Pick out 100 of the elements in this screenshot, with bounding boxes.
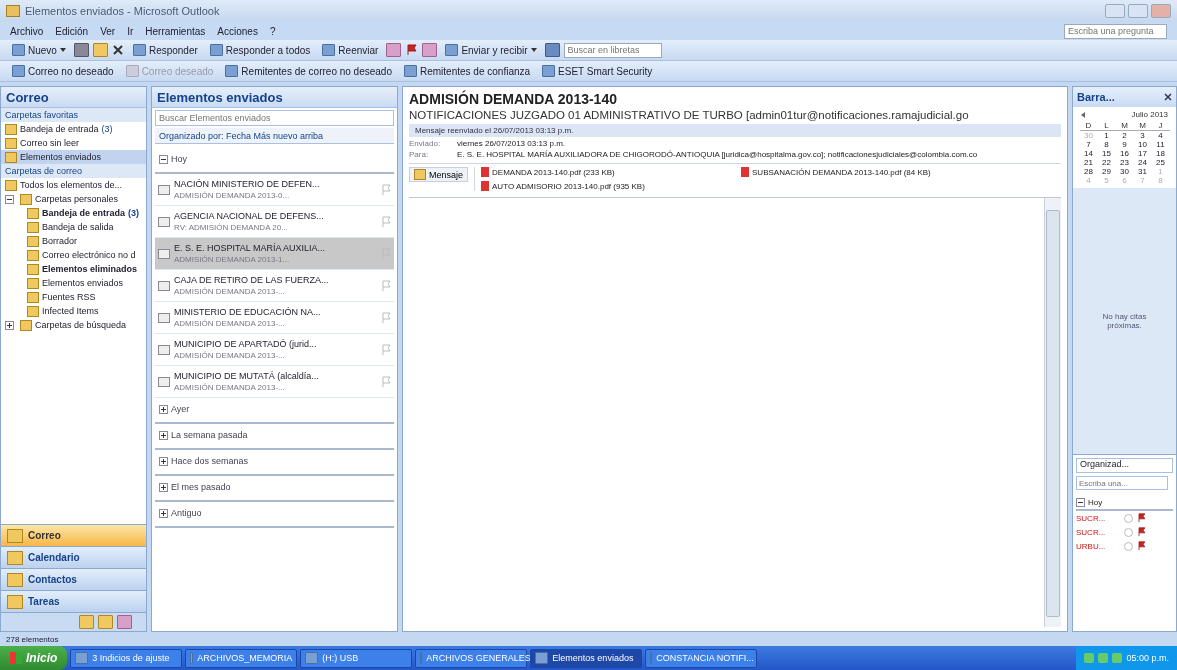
folder-tree-item[interactable]: Elementos eliminados (1, 262, 146, 276)
folder-tree-item[interactable]: Bandeja de salida (1, 220, 146, 234)
calendar-day[interactable]: 28 (1079, 167, 1098, 176)
attachment[interactable]: DEMANDA 2013-140.pdf (233 KB) (481, 167, 742, 177)
calendar-day[interactable]: 3 (1133, 131, 1152, 140)
calendar-day[interactable]: 29 (1097, 167, 1116, 176)
calendar-day[interactable]: 15 (1097, 149, 1116, 158)
calendar-day[interactable]: 18 (1151, 149, 1170, 158)
expander-icon[interactable] (159, 404, 168, 414)
attachment[interactable]: SUBSANACIÓN DEMANDA 2013-140.pdf (84 KB) (741, 167, 1002, 177)
calendar-day[interactable]: 24 (1133, 158, 1152, 167)
calendar-day[interactable]: 30 (1115, 167, 1134, 176)
delete-icon[interactable] (111, 44, 125, 56)
toolbar-button[interactable]: Correo no deseado (8, 64, 118, 78)
navigation-button[interactable]: Calendario (1, 546, 146, 568)
favorite-folder[interactable]: Bandeja de entrada (3) (1, 122, 146, 136)
calendar-day[interactable]: 23 (1115, 158, 1134, 167)
caret-icon[interactable] (59, 48, 66, 52)
taskbar-button[interactable]: 3 Indicios de ajuste (70, 648, 183, 668)
calendar-day[interactable]: 10 (1133, 140, 1152, 149)
toolbar-button[interactable]: Nuevo (8, 43, 70, 57)
taskbar-button[interactable]: ARCHIVOS_MEMORIA (185, 648, 298, 668)
help-search-field[interactable]: Escriba una pregunta (1064, 23, 1167, 39)
toolbar-button[interactable]: Remitentes de confianza (400, 64, 535, 78)
scrollbar[interactable] (1044, 198, 1061, 627)
message-tab[interactable]: Mensaje (409, 167, 469, 182)
calendar-day[interactable]: 17 (1133, 149, 1152, 158)
taskbar-button[interactable]: (H:) USB (300, 648, 413, 668)
message-row[interactable]: MINISTERIO DE EDUCACIÓN NA... ADMISIÓN DEMANDA 2013-... (155, 302, 394, 334)
folder-tree-item[interactable]: Carpetas de búsqueda (1, 318, 146, 332)
group-header[interactable]: La semana pasada (155, 424, 394, 450)
message-row[interactable]: CAJA DE RETIRO DE LAS FUERZA... ADMISIÓN DEMANDA 2013-... (155, 270, 394, 302)
minimize-button[interactable] (1105, 4, 1125, 18)
calendar-day[interactable]: 14 (1079, 149, 1098, 158)
folder-tree-item[interactable]: Elementos enviados (1, 276, 146, 290)
close-icon[interactable] (1164, 93, 1172, 101)
menu-item[interactable]: ? (269, 25, 276, 37)
message-row[interactable]: MUNICIPIO DE MUTATÁ (alcaldía... ADMISIÓN DEMANDA 2013-... (155, 366, 394, 398)
calendar-day[interactable]: 16 (1115, 149, 1134, 158)
toolbar-button[interactable]: Enviar y recibir (441, 43, 541, 57)
calendar-day[interactable]: 22 (1097, 158, 1116, 167)
flag-icon[interactable] (1137, 513, 1146, 523)
address-search-field[interactable]: Buscar en libretas (563, 42, 662, 58)
maximize-button[interactable] (1128, 4, 1148, 18)
group-header[interactable]: Hace dos semanas (155, 450, 394, 476)
menu-item[interactable]: Ir (127, 25, 134, 37)
flag-icon[interactable] (405, 44, 419, 56)
expander-icon[interactable] (159, 430, 168, 440)
group-header[interactable]: Ayer (155, 398, 394, 424)
menu-item[interactable]: Acciones (217, 25, 258, 37)
search-field[interactable]: Buscar Elementos enviados (155, 110, 394, 126)
calendar-day[interactable]: 1 (1097, 131, 1116, 140)
arrange-by-header[interactable]: Organizado por: Fecha Más nuevo arriba (155, 128, 394, 144)
flag-icon[interactable] (1137, 541, 1146, 551)
folder-tree-item[interactable]: Carpetas personales (1, 192, 146, 206)
calendar-day[interactable]: 31 (1133, 167, 1152, 176)
folder-tree-item[interactable]: Bandeja de entrada (3) (1, 206, 146, 220)
folder-tree-item[interactable]: Borrador (1, 234, 146, 248)
menu-item[interactable]: Archivo (10, 25, 44, 37)
toolbar-button[interactable]: Responder (128, 43, 202, 57)
favorite-folder[interactable]: Elementos enviados (1, 150, 146, 164)
task-row[interactable]: URBU... (1076, 539, 1173, 553)
navigation-button[interactable]: Contactos (1, 568, 146, 590)
previous-month-icon[interactable] (1081, 111, 1085, 118)
calendar-day[interactable]: 21 (1079, 158, 1098, 167)
message-row[interactable]: MUNICIPIO DE APARTADÓ (jurid... ADMISIÓN DEMANDA 2013-... (155, 334, 394, 366)
flag-icon[interactable] (1137, 527, 1146, 537)
taskbar-button[interactable]: CONSTANCIA NOTIFI... (645, 648, 758, 668)
calendar-day[interactable]: 25 (1151, 158, 1170, 167)
group-header[interactable]: El mes pasado (155, 476, 394, 502)
expander-icon[interactable] (5, 320, 14, 330)
taskbar-button[interactable]: ARCHIVOS GENERALES (415, 648, 528, 668)
expander-icon[interactable] (159, 456, 168, 466)
expander-icon[interactable] (1076, 498, 1085, 507)
calendar-day[interactable]: 4 (1151, 131, 1170, 140)
task-row[interactable]: SUCR... (1076, 511, 1173, 525)
folder-tree-item[interactable]: Correo electrónico no d (1, 248, 146, 262)
menu-item[interactable]: Ver (100, 25, 116, 37)
folder-icon[interactable] (79, 615, 94, 629)
toolbar-button[interactable]: Remitentes de correo no deseado (221, 64, 396, 78)
group-header[interactable]: Antiguo (155, 502, 394, 528)
toolbar-button[interactable]: Reenviar (318, 43, 383, 57)
caret-icon[interactable] (530, 48, 537, 52)
task-row[interactable]: SUCR... (1076, 525, 1173, 539)
navigation-button[interactable]: Correo (1, 524, 146, 546)
message-row[interactable]: E. S. E. HOSPITAL MARÍA AUXILIA... ADMISIÓN DEMANDA 2013-1... (155, 238, 394, 270)
arrange-by-header[interactable]: Organizad... (1076, 458, 1173, 473)
folder-icon[interactable] (98, 615, 113, 629)
menu-item[interactable]: Edición (55, 25, 89, 37)
menu-item[interactable]: Herramientas (145, 25, 206, 37)
group-header[interactable]: Hoy (1076, 498, 1173, 511)
calendar-day[interactable]: 9 (1115, 140, 1134, 149)
toolbar-button[interactable]: Responder a todos (205, 43, 315, 57)
new-task-field[interactable]: Escriba una... (1076, 476, 1168, 490)
group-header[interactable]: Hoy (155, 148, 394, 174)
message-row[interactable]: NACIÓN MINISTERIO DE DEFEN... ADMISIÓN DEMANDA 2013-0... (155, 174, 394, 206)
favorite-folder[interactable]: Correo sin leer (1, 136, 146, 150)
expander-icon[interactable] (159, 154, 168, 164)
navigation-button[interactable]: Tareas (1, 590, 146, 612)
expander-icon[interactable] (159, 508, 168, 518)
